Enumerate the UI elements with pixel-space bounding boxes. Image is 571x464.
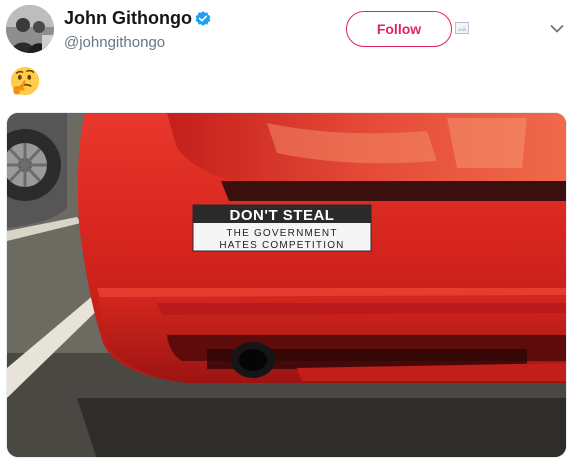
handle[interactable]: @johngithongo bbox=[64, 34, 165, 51]
tweet-media-photo[interactable]: DON'T STEAL THE GOVERNMENT HATES COMPETI… bbox=[6, 112, 567, 458]
sticker-line-2: THE GOVERNMENT bbox=[226, 228, 337, 239]
display-name[interactable]: John Githongo bbox=[64, 8, 192, 29]
broken-image-icon bbox=[455, 22, 469, 34]
trim-strip bbox=[221, 181, 566, 201]
car-bumper-photo: DON'T STEAL THE GOVERNMENT HATES COMPETI… bbox=[7, 113, 566, 457]
sticker-line-3: HATES COMPETITION bbox=[219, 240, 344, 251]
sticker-line-1: DON'T STEAL bbox=[230, 207, 335, 224]
thinking-face-emoji-icon bbox=[10, 66, 40, 96]
chevron-down-icon[interactable] bbox=[550, 24, 564, 34]
avatar[interactable] bbox=[6, 5, 54, 53]
tweet-header: John Githongo @johngithongo Follow bbox=[0, 0, 571, 60]
follow-button[interactable]: Follow bbox=[346, 11, 452, 47]
verified-badge-icon bbox=[195, 11, 211, 26]
avatar-image bbox=[6, 5, 54, 53]
